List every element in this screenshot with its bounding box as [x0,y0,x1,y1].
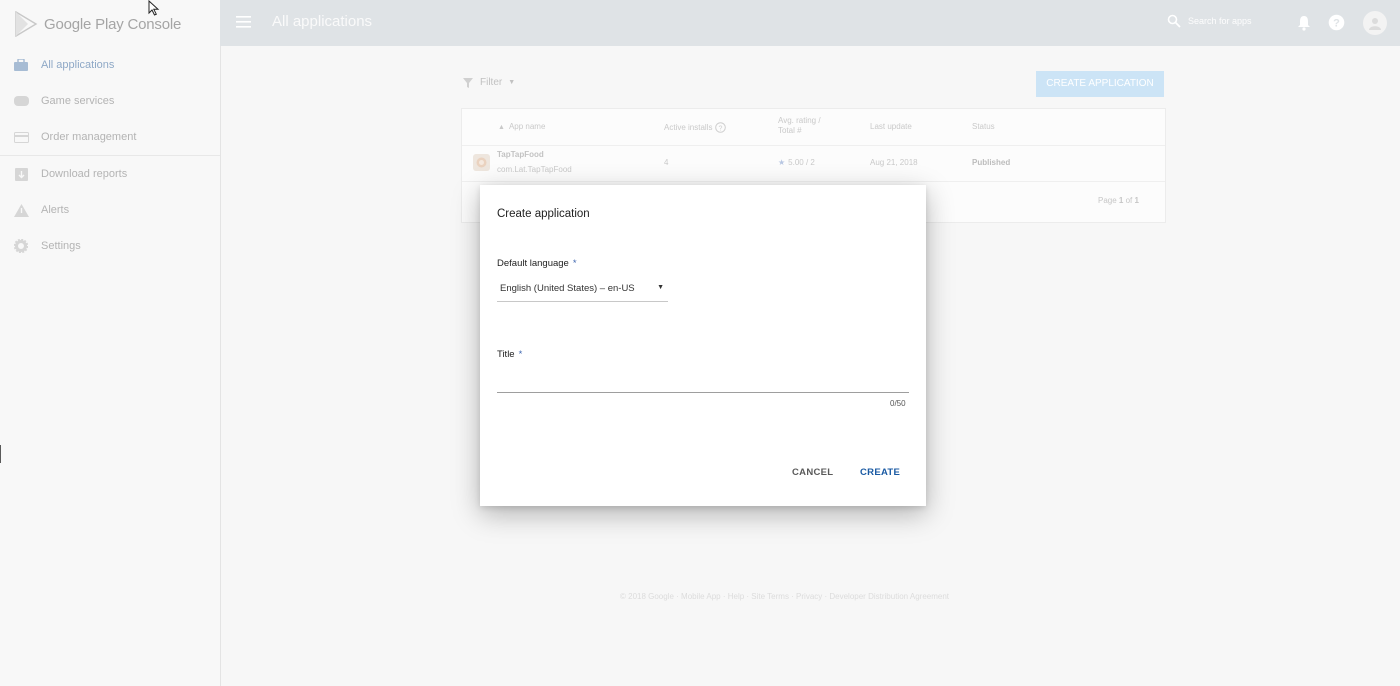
warning-icon [13,202,29,218]
footer-links[interactable]: © 2018 Google · Mobile App · Help · Site… [620,592,949,601]
title-input[interactable] [497,372,909,393]
selected-language: English (United States) – en-US [500,283,635,294]
header-label: Avg. rating / [778,116,821,125]
create-button[interactable]: CREATE [860,467,900,478]
sidebar-item-label: Download reports [41,168,128,180]
pagination-of: of [1125,196,1133,205]
search-bar[interactable] [1167,14,1288,28]
sidebar-item-all-applications[interactable]: All applications [0,47,220,83]
filter-label: Filter [480,77,503,88]
filter-dropdown[interactable]: Filter ▼ [463,77,515,88]
rating-value: 5.00 / 2 [788,158,815,167]
gear-icon [13,238,29,254]
default-language-select[interactable]: English (United States) – en-US ▼ [497,282,668,302]
filter-funnel-icon [463,77,473,88]
sidebar-nav: All applications Game services Order man… [0,47,220,264]
column-header-status: Status [972,122,995,131]
gamepad-icon [13,93,29,109]
label-text: Default language [497,258,569,269]
help-circle-icon[interactable]: ? [715,122,727,133]
pagination-prefix: Page [1098,196,1117,205]
sidebar-item-label: Settings [41,240,81,252]
dialog-title: Create application [497,208,590,220]
sidebar-item-settings[interactable]: Settings [0,228,220,264]
pagination: Page 1 of 1 [1098,196,1139,205]
create-application-dialog: Create application Default language * Eng… [480,185,926,506]
active-installs: 4 [664,158,669,167]
sidebar: Google Play Console All applications Gam… [0,0,221,686]
rating-cell: ★ 5.00 / 2 [778,158,815,167]
header-label: Active installs [664,123,713,132]
title-char-counter: 0/50 [890,399,906,408]
row-divider [462,181,1165,182]
sidebar-item-label: Alerts [41,204,70,216]
apps-icon [13,57,29,73]
title-label: Title * [497,349,522,360]
top-app-bar: All applications ? [220,0,1400,46]
account-avatar[interactable] [1363,11,1387,35]
hamburger-menu-icon[interactable] [236,15,252,34]
header-divider [462,145,1165,146]
credit-card-icon [13,129,29,145]
sidebar-item-download-reports[interactable]: Download reports [0,156,220,192]
app-icon [473,154,490,171]
sidebar-item-label: Order management [41,131,137,143]
star-icon: ★ [778,158,786,167]
header-label: Total # [778,126,802,135]
app-name[interactable]: TapTapFood [497,150,544,159]
sidebar-item-order-management[interactable]: Order management [0,119,220,155]
search-icon [1167,14,1181,28]
column-header-active-installs: Active installs? [664,122,727,133]
dropdown-caret-icon: ▼ [657,284,664,291]
user-avatar-icon [1369,18,1381,30]
pagination-total: 1 [1134,196,1139,205]
page-title: All applications [272,13,373,30]
pagination-current: 1 [1118,196,1124,205]
sort-arrow-up-icon: ▲ [498,124,505,131]
svg-text:?: ? [1333,18,1340,30]
notifications-bell-icon[interactable] [1297,15,1311,36]
column-header-app-name[interactable]: ▲ App name [498,122,545,131]
required-mark: * [572,258,577,269]
status-badge: Published [972,158,1011,167]
svg-text:?: ? [719,125,723,132]
header-label: App name [508,122,546,131]
help-icon[interactable]: ? [1328,14,1345,36]
brand-name: Google Play Console [44,15,182,33]
column-header-last-update: Last update [870,122,912,131]
label-text: Title [497,349,515,360]
chevron-down-icon: ▼ [508,79,516,86]
sidebar-item-game-services[interactable]: Game services [0,83,220,119]
mouse-cursor-icon [148,0,160,16]
search-input[interactable] [1188,16,1288,26]
column-header-rating: Avg. rating / Total # [778,116,821,136]
sidebar-resize-handle[interactable] [0,445,1,463]
sidebar-item-label: Game services [41,95,115,107]
download-icon [13,166,29,182]
cancel-button[interactable]: CANCEL [792,467,833,478]
sidebar-item-alerts[interactable]: Alerts [0,192,220,228]
app-package: com.Lat.TapTapFood [497,165,572,174]
required-mark: * [518,349,523,360]
sidebar-item-label: All applications [41,59,115,71]
play-logo-icon [15,11,38,37]
create-application-button[interactable]: CREATE APPLICATION [1036,71,1164,97]
last-update: Aug 21, 2018 [870,158,918,167]
default-language-label: Default language * [497,258,577,269]
